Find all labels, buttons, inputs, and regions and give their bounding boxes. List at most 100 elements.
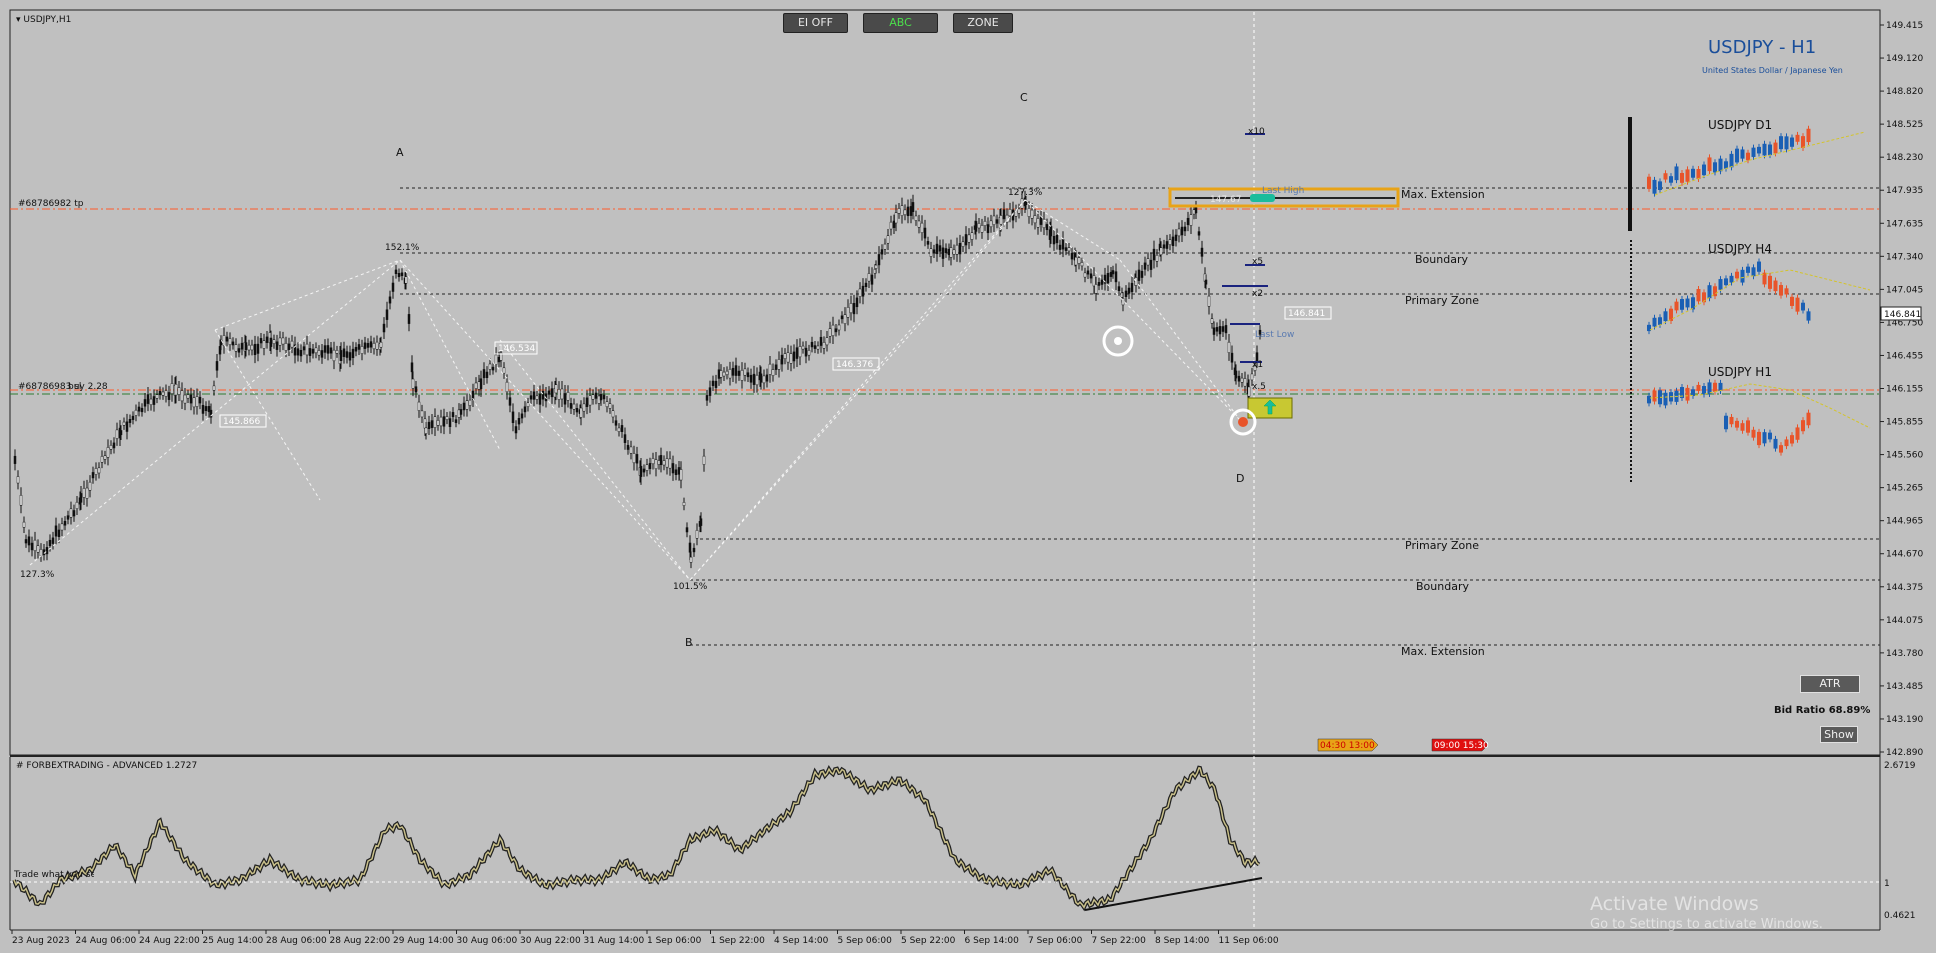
price-axis-tick: 142.890 xyxy=(1886,748,1923,758)
chevron-down-icon[interactable]: ▾ xyxy=(16,15,21,25)
indicator-title: # FORBEXTRADING - ADVANCED 1.2727 xyxy=(16,761,198,771)
oscillator-panel xyxy=(12,765,1261,912)
price-box-label: 146.534 xyxy=(498,344,535,354)
session-tag: 04:30 13:00 xyxy=(1320,741,1375,751)
extension-marker: x10 xyxy=(1248,127,1265,137)
buy-order-label: buy 2.28 xyxy=(68,382,108,392)
price-axis: 149.415 149.120 148.820 148.525 148.230 147.9… xyxy=(1880,21,1923,758)
price-axis-tick: 143.190 xyxy=(1886,715,1923,725)
tf-label-d1: USDJPY D1 xyxy=(1708,118,1773,132)
tp-order-label: #68786982 tp xyxy=(18,199,84,209)
price-axis-tick: 147.340 xyxy=(1886,252,1923,262)
level-label-primary-zone-top: Primary Zone xyxy=(1405,294,1479,307)
extension-marker: x2 xyxy=(1252,289,1263,299)
time-axis-tick: 6 Sep 14:00 xyxy=(965,936,1020,946)
time-axis-tick: 1 Sep 06:00 xyxy=(647,936,702,946)
zone-price-label: 147.67 xyxy=(1210,195,1242,205)
level-label-max-extension-bottom: Max. Extension xyxy=(1401,645,1485,658)
price-chart[interactable]: 149.415 149.120 148.820 148.525 148.230 147.9… xyxy=(0,0,1936,953)
time-axis-tick: 5 Sep 06:00 xyxy=(838,936,893,946)
time-axis-tick: 23 Aug 2023 xyxy=(12,936,70,946)
time-axis-tick: 24 Aug 22:00 xyxy=(139,936,200,946)
atr-button[interactable]: ATR xyxy=(1800,675,1860,693)
panel-title: USDJPY - H1 xyxy=(1708,37,1817,58)
level-label-boundary-top: Boundary xyxy=(1415,253,1468,266)
time-axis-tick: 7 Sep 06:00 xyxy=(1028,936,1083,946)
price-axis-tick: 144.075 xyxy=(1886,616,1923,626)
bid-ratio-label: Bid Ratio 68.89% xyxy=(1774,705,1871,716)
price-axis-tick: 148.230 xyxy=(1886,153,1923,163)
price-axis-tick: 143.485 xyxy=(1886,682,1923,692)
zone-toggle-button[interactable]: ZONE xyxy=(953,13,1013,33)
pattern-point-c: C xyxy=(1020,91,1028,104)
price-axis-tick: 144.670 xyxy=(1886,550,1923,560)
symbol-timeframe-label[interactable]: ▾ USDJPY,H1 xyxy=(16,15,71,25)
time-axis-tick: 30 Aug 22:00 xyxy=(520,936,581,946)
indicator-axis-top: 2.6719 xyxy=(1884,761,1916,771)
price-axis-tick: 148.820 xyxy=(1886,87,1923,97)
show-button[interactable]: Show xyxy=(1820,726,1858,743)
time-axis-tick: 8 Sep 14:00 xyxy=(1155,936,1210,946)
time-axis-tick: 5 Sep 22:00 xyxy=(901,936,956,946)
indicator-axis-mid: 1 xyxy=(1884,879,1890,889)
price-axis-tick: 144.375 xyxy=(1886,583,1923,593)
candlesticks xyxy=(13,190,1262,569)
last-low-label: Last Low xyxy=(1255,330,1294,340)
multi-timeframe-panel xyxy=(1647,125,1871,456)
abc-toggle-button[interactable]: ABC xyxy=(863,13,938,33)
level-label-primary-zone-bottom: Primary Zone xyxy=(1405,539,1479,552)
panel-subtitle: United States Dollar / Japanese Yen xyxy=(1702,66,1843,75)
price-axis-tick: 147.045 xyxy=(1886,285,1923,295)
session-tag: 09:00 15:30 xyxy=(1434,741,1489,751)
fib-pct-label: 101.5% xyxy=(673,582,708,592)
price-axis-tick: 146.155 xyxy=(1886,385,1923,395)
activation-watermark-title: Activate Windows xyxy=(1590,893,1759,915)
last-high-label: Last High xyxy=(1262,186,1304,196)
time-axis-tick: 7 Sep 22:00 xyxy=(1092,936,1147,946)
time-axis: 23 Aug 2023 24 Aug 06:00 24 Aug 22:00 25 Au… xyxy=(11,930,1279,946)
price-axis-tick: 143.780 xyxy=(1886,649,1923,659)
zone-levels xyxy=(400,187,1880,646)
current-price-tag: 146.841 xyxy=(1884,310,1921,320)
indicator-note: Trade what you see xyxy=(14,870,94,880)
pattern-point-a: A xyxy=(396,146,404,159)
price-box-label: 145.866 xyxy=(223,417,260,427)
level-label-max-extension-top: Max. Extension xyxy=(1401,188,1485,201)
tf-label-h4: USDJPY H4 xyxy=(1708,242,1772,256)
time-axis-tick: 24 Aug 06:00 xyxy=(76,936,137,946)
time-axis-tick: 4 Sep 14:00 xyxy=(774,936,829,946)
time-axis-tick: 25 Aug 14:00 xyxy=(203,936,264,946)
price-axis-tick: 144.965 xyxy=(1886,517,1923,527)
extension-marker: x.5 xyxy=(1252,382,1266,392)
chart-window: 149.415 149.120 148.820 148.525 148.230 147.9… xyxy=(0,0,1936,953)
time-axis-tick: 1 Sep 22:00 xyxy=(711,936,766,946)
time-axis-tick: 30 Aug 06:00 xyxy=(457,936,518,946)
activation-watermark-subtitle: Go to Settings to activate Windows. xyxy=(1590,917,1823,932)
time-axis-tick: 28 Aug 22:00 xyxy=(330,936,391,946)
price-box-label: 146.841 xyxy=(1288,309,1325,319)
level-label-boundary-bottom: Boundary xyxy=(1416,580,1469,593)
price-axis-tick: 147.935 xyxy=(1886,186,1923,196)
fib-pct-label: 152.1% xyxy=(385,243,420,253)
pattern-point-b: B xyxy=(685,636,693,649)
price-axis-tick: 145.265 xyxy=(1886,484,1923,494)
indicator-axis-bottom: 0.4621 xyxy=(1884,911,1916,921)
price-axis-tick: 145.560 xyxy=(1886,451,1923,461)
time-axis-tick: 11 Sep 06:00 xyxy=(1219,936,1279,946)
ei-toggle-button[interactable]: EI OFF xyxy=(783,13,848,33)
price-axis-tick: 148.525 xyxy=(1886,120,1923,130)
price-box-label: 146.376 xyxy=(836,360,873,370)
price-axis-tick: 146.455 xyxy=(1886,351,1923,361)
time-axis-tick: 31 Aug 14:00 xyxy=(584,936,645,946)
price-axis-tick: 149.415 xyxy=(1886,21,1923,31)
time-axis-tick: 28 Aug 06:00 xyxy=(266,936,327,946)
tf-label-h1: USDJPY H1 xyxy=(1708,365,1772,379)
price-axis-tick: 147.635 xyxy=(1886,219,1923,229)
price-axis-tick: 149.120 xyxy=(1886,54,1923,64)
pattern-point-d: D xyxy=(1236,472,1244,485)
time-axis-tick: 29 Aug 14:00 xyxy=(393,936,454,946)
extension-marker: x1 xyxy=(1252,360,1263,370)
fib-pct-label: 127.3% xyxy=(20,570,55,580)
price-axis-tick: 145.855 xyxy=(1886,418,1923,428)
fib-pct-label: 127.3% xyxy=(1008,188,1043,198)
